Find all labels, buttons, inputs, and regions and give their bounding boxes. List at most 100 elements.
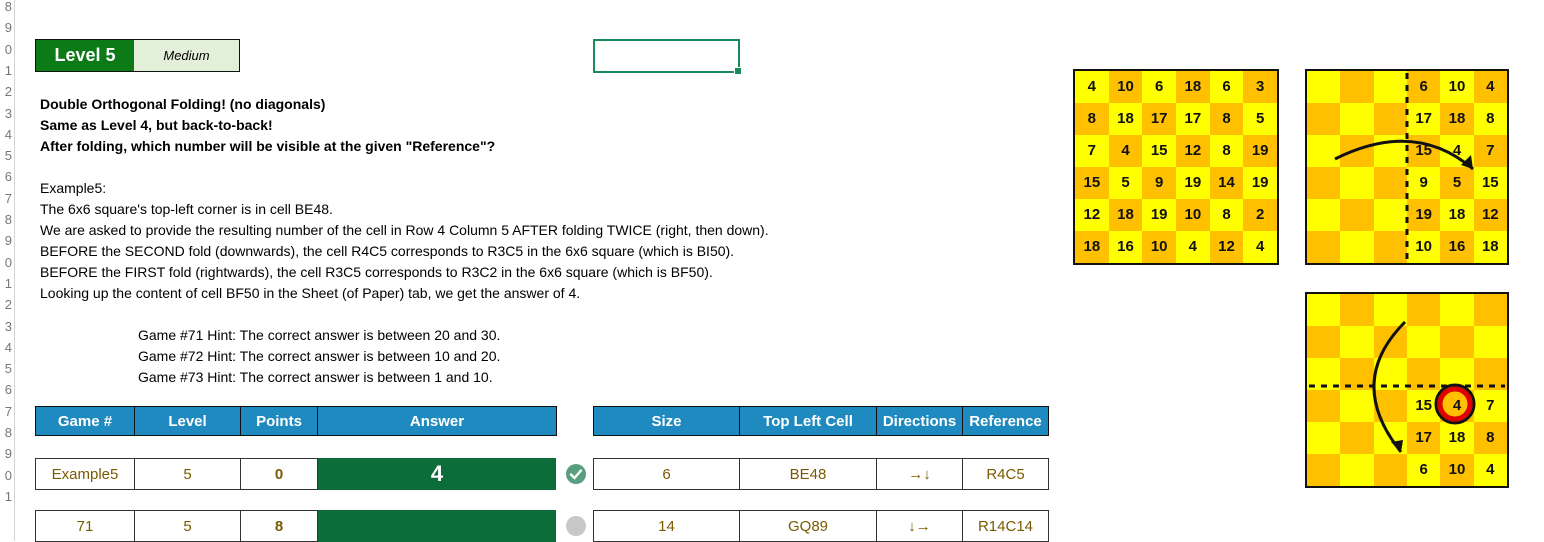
board-number: 4	[1188, 238, 1197, 255]
hint-line: Game #72 Hint: The correct answer is bet…	[138, 348, 501, 364]
board-number: 19	[1251, 174, 1269, 191]
row-number[interactable]: 0	[0, 255, 12, 270]
header-reference: Reference	[962, 406, 1049, 436]
header-game: Game #	[35, 406, 135, 436]
row-number[interactable]: 9	[0, 21, 12, 35]
board-number: 10	[1150, 238, 1168, 255]
header-answer: Answer	[317, 406, 557, 436]
board-number: 2	[1255, 206, 1265, 223]
row-number[interactable]: 3	[0, 319, 12, 334]
cell-size[interactable]: 14	[593, 510, 740, 542]
cell-points[interactable]: 0	[240, 458, 318, 490]
board-number: 9	[1154, 174, 1164, 191]
cell-level[interactable]: 5	[134, 458, 241, 490]
board-number: 8	[1222, 110, 1231, 127]
row-number[interactable]: 4	[0, 340, 12, 355]
instruction-line-3: After folding, which number will be visi…	[40, 138, 496, 154]
instruction-line-1: Double Orthogonal Folding! (no diagonals…	[40, 96, 326, 112]
cell-top-left[interactable]: GQ89	[739, 510, 877, 542]
row-number[interactable]: 6	[0, 383, 12, 397]
instruction-line-2: Same as Level 4, but back-to-back!	[40, 117, 273, 133]
example-title: Example5:	[40, 180, 107, 196]
answer-cell[interactable]: 4	[318, 458, 556, 490]
level-badge: Level 5	[35, 39, 135, 72]
board-number: 6	[1154, 78, 1164, 95]
fold-right-arrow-icon	[1334, 73, 1474, 259]
board-number: 12	[1218, 238, 1235, 255]
board-number: 19	[1184, 174, 1202, 191]
row-number[interactable]: 7	[0, 404, 12, 419]
board-number: 4	[1255, 238, 1265, 255]
row-number[interactable]: 2	[0, 85, 12, 99]
row-number[interactable]: 7	[0, 191, 12, 206]
row-number[interactable]: 5	[0, 149, 12, 163]
header-level: Level	[134, 406, 241, 436]
board-number: 19	[1150, 206, 1168, 223]
board-number: 18	[1184, 78, 1202, 95]
row-number[interactable]: 1	[0, 63, 12, 78]
header-top-left-cell: Top Left Cell	[739, 406, 877, 436]
cell-level[interactable]: 5	[134, 510, 241, 542]
board-number: 8	[1087, 110, 1096, 127]
board-number: 17	[1184, 110, 1202, 127]
board-number: 3	[1255, 78, 1265, 95]
cell-points[interactable]: 8	[240, 510, 318, 542]
row-number[interactable]: 4	[0, 127, 12, 142]
example-line: We are asked to provide the resulting nu…	[40, 222, 769, 238]
row-number[interactable]: 8	[0, 0, 12, 14]
cell-game[interactable]: Example5	[35, 458, 135, 490]
board-number: 16	[1117, 238, 1134, 255]
board-number: 14	[1218, 174, 1235, 191]
check-icon	[566, 464, 586, 484]
board-number: 18	[1117, 206, 1134, 223]
board-number: 12	[1184, 142, 1202, 159]
cell-reference[interactable]: R4C5	[962, 458, 1049, 490]
pending-status-icon	[566, 516, 586, 536]
board-number: 10	[1117, 78, 1134, 95]
board-number: 17	[1150, 110, 1168, 127]
example-line: Looking up the content of cell BF50 in t…	[40, 285, 581, 301]
board-number: 8	[1222, 206, 1231, 223]
board-number: 6	[1222, 78, 1231, 95]
row-number-gutter: 8 9 0 1 2 3 4 5 6 7 8 9 0 1 2 3 4 5 6 7 8 9 0 1	[0, 0, 15, 541]
answer-cell[interactable]	[318, 510, 556, 542]
row-number[interactable]: 8	[0, 426, 12, 440]
hint-line: Game #71 Hint: The correct answer is bet…	[138, 327, 501, 343]
board-number: 10	[1184, 206, 1202, 223]
example-line: The 6x6 square's top-left corner is in c…	[40, 201, 333, 217]
cell-top-left[interactable]: BE48	[739, 458, 877, 490]
row-number[interactable]: 0	[0, 42, 12, 57]
row-number[interactable]: 6	[0, 170, 12, 184]
row-number[interactable]: 9	[0, 234, 12, 248]
board-number: 7	[1087, 142, 1096, 159]
row-number[interactable]: 9	[0, 447, 12, 461]
board-number: 4	[1121, 142, 1130, 159]
row-number[interactable]: 0	[0, 468, 12, 483]
board-number: 4	[1087, 78, 1096, 95]
cell-directions[interactable]: →↓	[876, 458, 963, 490]
board-number: 19	[1251, 142, 1269, 159]
hint-line: Game #73 Hint: The correct answer is bet…	[138, 369, 493, 385]
row-number[interactable]: 1	[0, 489, 12, 504]
board-number: 15	[1083, 174, 1101, 191]
example-line: BEFORE the SECOND fold (downwards), the …	[40, 243, 735, 259]
board-number: 8	[1222, 142, 1231, 159]
example-line: BEFORE the FIRST fold (rightwards), the …	[40, 264, 713, 280]
fill-handle[interactable]	[734, 67, 742, 75]
cell-directions[interactable]: ↓→	[876, 510, 963, 542]
header-size: Size	[593, 406, 740, 436]
row-number[interactable]: 3	[0, 106, 12, 121]
board-number: 5	[1255, 110, 1265, 127]
row-number[interactable]: 5	[0, 362, 12, 376]
row-number[interactable]: 2	[0, 298, 12, 312]
original-board: 4 10 6 18 6 3 8 18 17 17 8 5 7 4 15 12 8 19 15 5 9 19 14 19 12 18…	[1073, 69, 1279, 265]
selected-cell[interactable]	[593, 39, 740, 73]
cell-game[interactable]: 71	[35, 510, 135, 542]
row-number[interactable]: 1	[0, 276, 12, 291]
board-number: 18	[1083, 238, 1101, 255]
row-number[interactable]: 8	[0, 213, 12, 227]
cell-size[interactable]: 6	[593, 458, 740, 490]
difficulty-badge: Medium	[134, 39, 240, 72]
board-number: 12	[1083, 206, 1101, 223]
cell-reference[interactable]: R14C14	[962, 510, 1049, 542]
